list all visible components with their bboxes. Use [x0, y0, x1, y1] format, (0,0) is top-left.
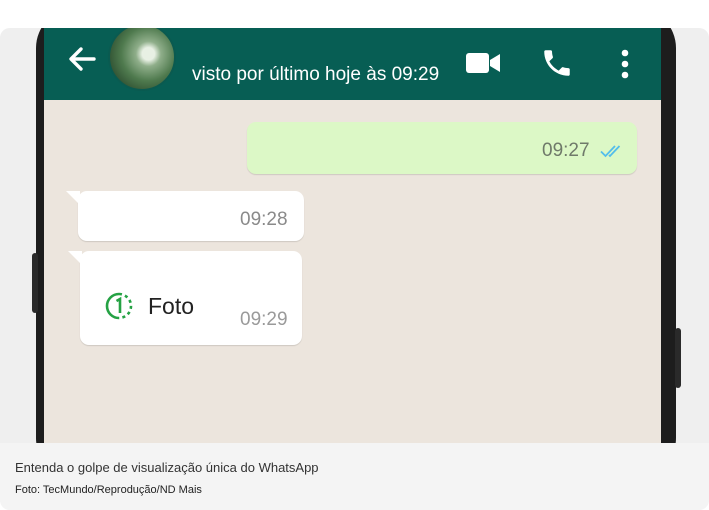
incoming-message[interactable]: 09:28	[78, 191, 304, 241]
contact-avatar[interactable]	[108, 28, 176, 91]
chat-header: visto por último hoje às 09:29	[44, 28, 661, 100]
figure-caption: Entenda o golpe de visualização única do…	[15, 460, 319, 475]
figure-caption-area: Entenda o golpe de visualização única do…	[0, 443, 709, 510]
article-figure: visto por último hoje às 09:29 09:27 09:…	[0, 28, 709, 510]
chat-screen: visto por último hoje às 09:29 09:27 09:…	[44, 28, 661, 443]
power-button	[675, 328, 681, 388]
view-once-photo-message[interactable]: Foto 09:29	[80, 251, 302, 345]
contact-last-seen: visto por último hoje às 09:29	[192, 64, 440, 85]
message-time: 09:29	[240, 309, 288, 330]
read-ticks-icon	[600, 145, 621, 158]
phone-call-icon[interactable]	[540, 46, 574, 80]
video-call-icon[interactable]	[465, 50, 501, 76]
photo-credit: Foto: TecMundo/Reprodução/ND Mais	[15, 484, 202, 496]
more-options-icon[interactable]	[620, 48, 630, 80]
phone-frame: visto por último hoje às 09:29 09:27 09:…	[32, 28, 681, 443]
back-arrow-icon[interactable]	[64, 41, 100, 77]
bubble-tail	[66, 191, 80, 205]
message-time: 09:28	[240, 209, 288, 230]
view-once-icon	[105, 292, 133, 320]
outgoing-message[interactable]: 09:27	[247, 122, 637, 174]
bubble-tail	[68, 251, 82, 265]
message-time: 09:27	[542, 140, 590, 161]
figure-image: visto por último hoje às 09:29 09:27 09:…	[0, 28, 709, 443]
photo-label: Foto	[148, 293, 195, 319]
volume-button	[32, 253, 38, 313]
